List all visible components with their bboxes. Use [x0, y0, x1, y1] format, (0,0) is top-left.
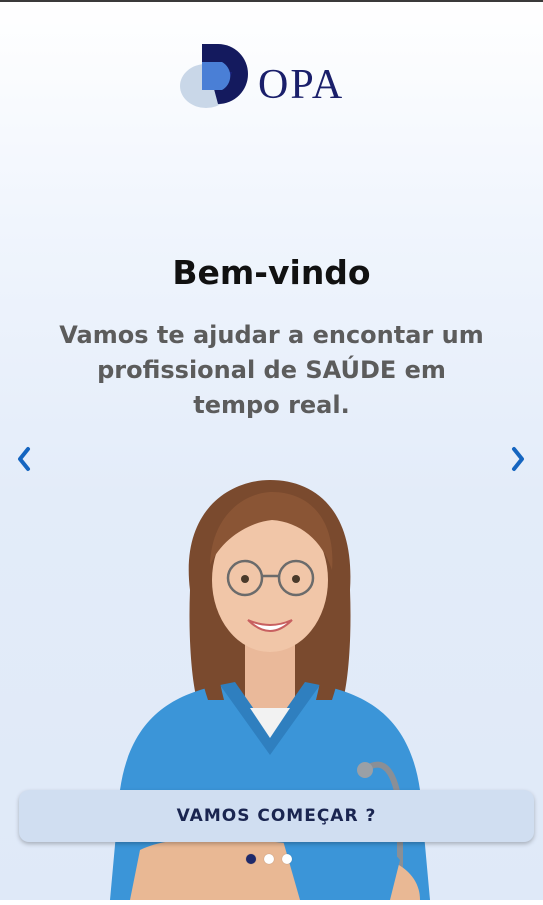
- pagination-dot-3[interactable]: [282, 854, 292, 864]
- welcome-subtitle: Vamos te ajudar a encontar um profission…: [59, 321, 484, 419]
- chevron-left-icon: [18, 447, 30, 471]
- pagination-dots: [246, 853, 298, 865]
- chevron-right-icon: [512, 447, 524, 471]
- logo-text: OPA: [258, 62, 345, 108]
- get-started-button[interactable]: VAMOS COMEÇAR ?: [19, 790, 534, 842]
- pagination-dot-2[interactable]: [264, 854, 274, 864]
- welcome-title: Bem-vindo: [172, 253, 371, 292]
- status-bar-border: [0, 0, 543, 2]
- next-slide-button[interactable]: [503, 436, 533, 482]
- prev-slide-button[interactable]: [9, 436, 39, 482]
- pagination-dot-1[interactable]: [246, 854, 256, 864]
- app-logo: OPA: [178, 42, 368, 112]
